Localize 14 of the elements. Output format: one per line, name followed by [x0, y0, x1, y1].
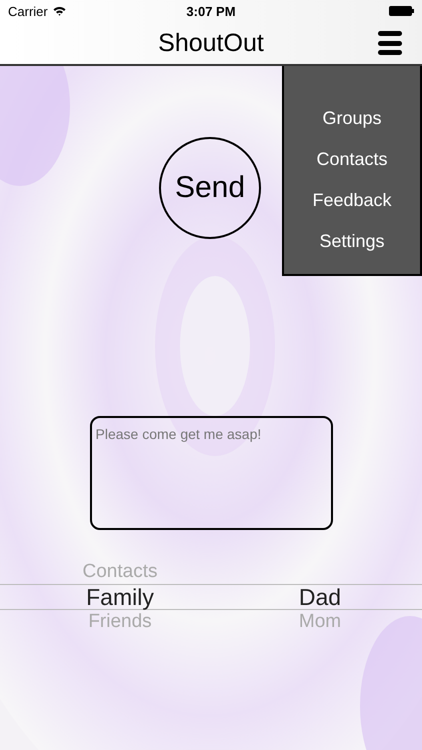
picker-option[interactable]: Dad	[240, 584, 400, 610]
menu-item[interactable]: Contacts	[316, 147, 388, 172]
send-button[interactable]: Send	[159, 137, 261, 239]
picker-option[interactable]: Family	[0, 584, 240, 610]
clock-time: 3:07 PM	[186, 4, 236, 18]
carrier-label: Carrier	[8, 4, 48, 18]
menu-item[interactable]: Feedback	[312, 188, 392, 213]
app-title: ShoutOut	[158, 28, 264, 58]
message-field[interactable]: Please come get me asap!	[90, 416, 332, 530]
menu-item[interactable]: Groups	[322, 106, 382, 131]
battery-icon	[389, 6, 414, 16]
wifi-icon	[52, 6, 66, 16]
menu-item[interactable]: Settings	[319, 229, 385, 254]
menu-icon[interactable]	[378, 31, 402, 55]
